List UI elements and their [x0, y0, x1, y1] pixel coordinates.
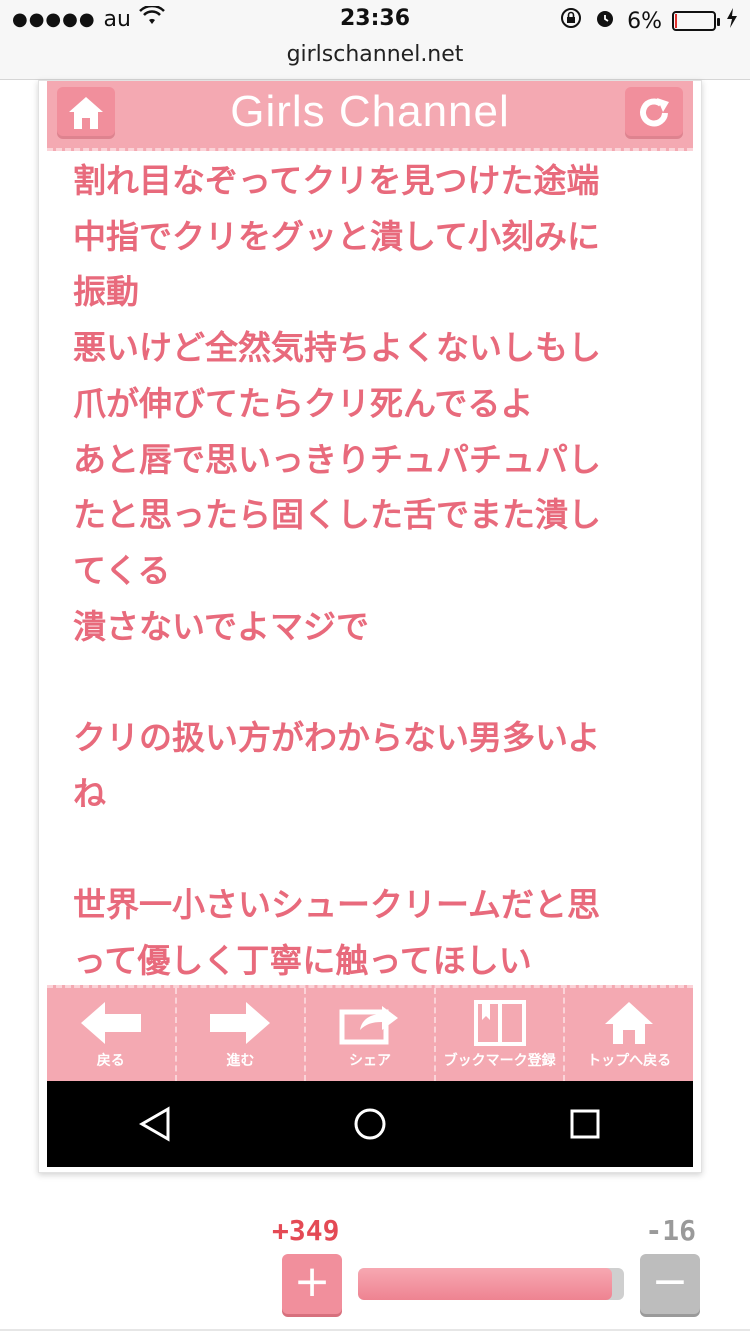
nav-top-label: トップへ戻る: [587, 1052, 672, 1069]
plus-vote-button[interactable]: +: [282, 1254, 342, 1314]
header-reload-button[interactable]: [625, 87, 683, 139]
comment-line: 振動: [73, 272, 139, 312]
battery-percent: 6%: [627, 8, 662, 34]
nav-forward-label: 進む: [226, 1052, 255, 1069]
comment-line: クリの扱い方がわからない男多いよ: [73, 718, 601, 758]
app-title: Girls Channel: [230, 87, 510, 136]
comment-line: てくる: [73, 550, 171, 590]
comment-line: 世界一小さいシュークリームだと思: [73, 885, 601, 925]
bottom-nav: 戻る 進む シェア ブックマーク登録 トップへ戻る: [47, 985, 693, 1081]
vote-area: +349 -16 + −: [0, 1200, 750, 1334]
nav-top-button[interactable]: トップへ戻る: [565, 988, 693, 1081]
nav-back-label: 戻る: [96, 1052, 125, 1069]
battery-icon: [672, 11, 720, 31]
comment-line: [73, 654, 673, 710]
comment-line: 悪いけど全然気持ちよくないしもし: [73, 328, 601, 368]
divider: [0, 1329, 750, 1331]
home-icon: [605, 1001, 654, 1044]
comment-body: 割れ目なぞってクリを見つけた途端 中指でクリをグッと潰して小刻みに 振動悪いけど全然…: [73, 153, 673, 1065]
plus-count: +349: [272, 1214, 340, 1247]
back-triangle-icon: [138, 1106, 170, 1142]
nav-forward-button[interactable]: 進む: [177, 988, 307, 1081]
nav-back-button[interactable]: 戻る: [47, 988, 177, 1081]
status-right: 6%: [559, 6, 738, 36]
nav-bookmark-label: ブックマーク登録: [443, 1052, 556, 1069]
comment-line: ね: [73, 773, 106, 813]
comment-line: って優しく丁寧に触ってほしい: [73, 940, 532, 980]
arrow-right-icon: [210, 1001, 271, 1044]
vote-ratio-fill: [358, 1268, 613, 1300]
android-back-button[interactable]: [125, 1094, 185, 1154]
nav-bookmark-button[interactable]: ブックマーク登録: [436, 988, 566, 1081]
android-home-button[interactable]: [340, 1094, 400, 1154]
comment-line: たと思ったら固くした舌でまた潰し: [73, 495, 601, 535]
comment-line: [73, 821, 673, 877]
android-nav-bar: [47, 1081, 693, 1167]
nav-share-label: シェア: [348, 1052, 391, 1069]
app-header: Girls Channel: [47, 81, 693, 151]
comment-line: 中指でクリをグッと潰して小刻みに: [73, 216, 601, 256]
battery-level: [675, 14, 678, 28]
comment-line: あと唇で思いっきりチュパチュパし: [73, 439, 601, 479]
minus-vote-button[interactable]: −: [640, 1254, 700, 1314]
comment-line: 潰さないでよマジで: [73, 606, 370, 646]
share-icon: [339, 1005, 398, 1044]
status-bar: ●●●●● au 23:36 6%: [0, 0, 750, 40]
charging-icon: [726, 8, 738, 34]
embedded-screenshot: Girls Channel 割れ目なぞってクリを見つけた途端 中指でクリをグッと潰…: [38, 80, 702, 1173]
vote-ratio-bar: [358, 1268, 624, 1300]
arrow-left-icon: [80, 1001, 141, 1044]
comment-line: 爪が伸びてたらクリ死んでるよ: [73, 383, 534, 423]
minus-count: -16: [645, 1214, 696, 1247]
nav-share-button[interactable]: シェア: [306, 988, 436, 1081]
home-circle-icon: [354, 1108, 386, 1140]
url-text: girlschannel.net: [286, 42, 464, 67]
reload-icon: [640, 98, 669, 127]
android-recents-button[interactable]: [555, 1094, 615, 1154]
alarm-icon: [593, 6, 617, 36]
recents-square-icon: [570, 1109, 600, 1139]
rotation-lock-icon: [559, 6, 583, 36]
url-bar[interactable]: girlschannel.net: [0, 40, 750, 80]
comment-line: 割れ目なぞってクリを見つけた途端: [73, 161, 600, 200]
bookmark-icon: [473, 999, 526, 1046]
